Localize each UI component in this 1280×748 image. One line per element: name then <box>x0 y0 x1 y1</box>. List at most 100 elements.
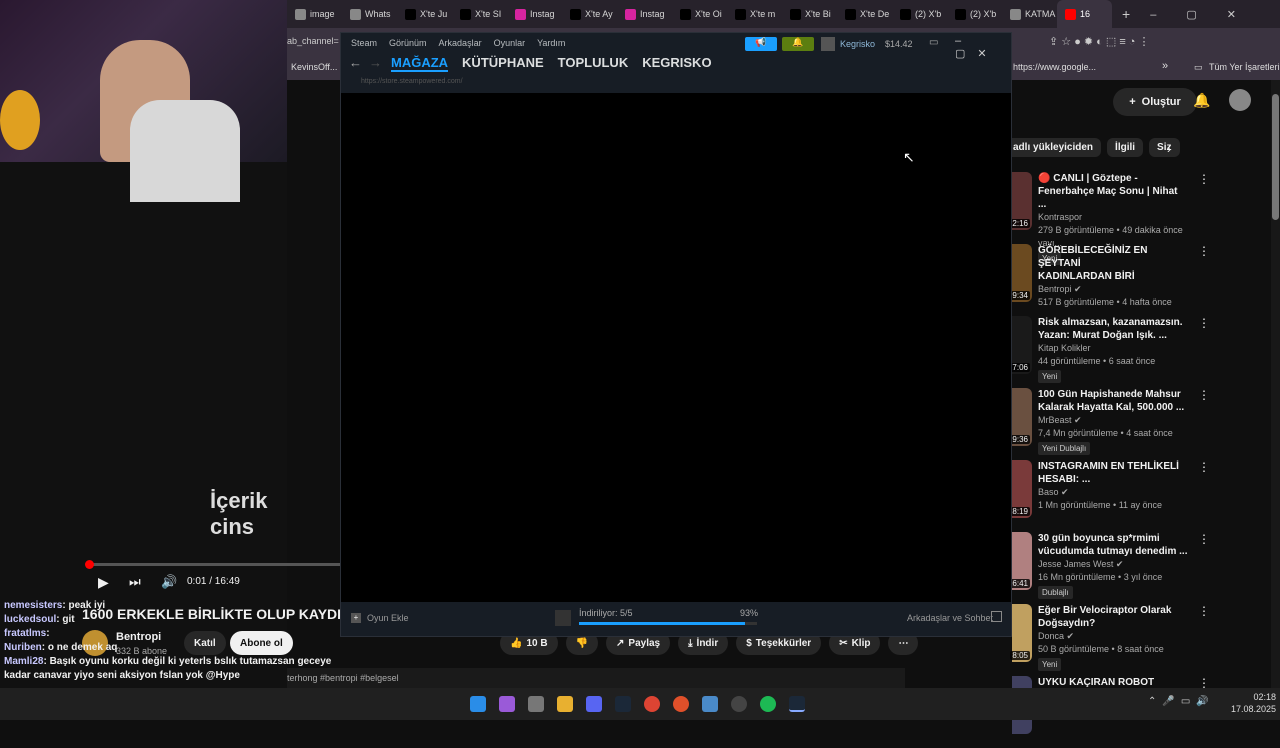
steam-avatar[interactable] <box>821 37 835 51</box>
start-icon[interactable] <box>470 696 486 712</box>
kebab-menu-icon[interactable]: ⋮ <box>1198 244 1210 306</box>
browser-tab[interactable]: (2) X'b <box>892 0 947 28</box>
toolbar-icons[interactable]: ⇪ ☆ ● ✹ ◐ ⬚ ≡ ◔ ⋮ <box>1049 35 1150 48</box>
kebab-menu-icon[interactable]: ⋮ <box>1198 388 1210 450</box>
steam-icon[interactable] <box>615 696 631 712</box>
chip-you[interactable]: Siz <box>1149 138 1180 157</box>
friends-chat-button[interactable]: Arkadaşlar ve Sohbet <box>907 613 993 623</box>
download-status[interactable]: İndiriliyor: 5/5 <box>579 608 633 618</box>
steam-menu-item[interactable]: Yardım <box>537 38 565 48</box>
chat-username[interactable]: nemesisters <box>4 600 62 611</box>
video-thumbnail[interactable]: 7:06 <box>1010 316 1032 374</box>
chip-related[interactable]: İlgili <box>1107 138 1144 157</box>
browser-tab[interactable]: X'te Ju <box>397 0 452 28</box>
bookmark-google[interactable]: https://www.google... <box>1013 62 1096 72</box>
steam-nav-item[interactable]: TOPLULUK <box>558 55 629 72</box>
new-tab-button[interactable]: + <box>1122 6 1130 22</box>
chip-uploader[interactable]: adlı yükleyiciden <box>1005 138 1102 157</box>
video-channel[interactable]: Jesse James West ✔ <box>1038 558 1188 571</box>
window-controls[interactable]: –▢✕ <box>1150 8 1266 21</box>
big-picture-icon[interactable]: ▭ <box>929 37 938 48</box>
video-thumbnail[interactable]: 16:41 <box>1005 532 1032 590</box>
scrollbar[interactable] <box>1271 80 1280 688</box>
browser-tab[interactable]: X'te Oi <box>672 0 727 28</box>
browser-tab[interactable]: X'te SI <box>452 0 507 28</box>
browser-tab[interactable]: Instag <box>617 0 672 28</box>
chat-username[interactable]: fratatlms <box>4 628 46 639</box>
create-button[interactable]: + Oluştur <box>1113 88 1197 116</box>
steam-menu-item[interactable]: Arkadaşlar <box>439 38 482 48</box>
browser-tab[interactable]: KATMA <box>1002 0 1057 28</box>
steam-menu-item[interactable]: Oyunlar <box>494 38 526 48</box>
brave-icon[interactable] <box>673 696 689 712</box>
kebab-menu-icon[interactable]: ⋮ <box>1198 532 1210 594</box>
browser-tab[interactable]: X'te De <box>837 0 892 28</box>
steam-active-icon[interactable] <box>789 696 805 712</box>
forward-arrow-icon[interactable]: → <box>369 55 382 70</box>
next-icon[interactable]: ⏭ <box>129 574 141 590</box>
chat-icon[interactable] <box>991 611 1002 622</box>
scrollbar-thumb[interactable] <box>1272 94 1279 220</box>
browser-tab[interactable]: Whats <box>342 0 397 28</box>
video-channel[interactable]: Baso ✔ <box>1038 486 1188 499</box>
store-icon[interactable] <box>528 696 544 712</box>
kebab-menu-icon[interactable]: ⋮ <box>1198 316 1210 378</box>
video-thumbnail[interactable]: 9:34 <box>1010 244 1032 302</box>
steam-nav-item[interactable]: MAĞAZA <box>391 55 449 72</box>
play-icon[interactable]: ▶ <box>98 574 109 591</box>
description-box[interactable]: terhong #bentropi #belgesel <box>287 668 905 688</box>
back-arrow-icon[interactable]: ← <box>349 55 362 70</box>
progress-handle[interactable] <box>85 560 94 569</box>
add-game-button[interactable]: Oyun Ekle <box>367 613 409 623</box>
browser-tab[interactable]: X'te Bi <box>782 0 837 28</box>
video-thumbnail[interactable]: 18:19 <box>1005 460 1032 518</box>
related-video[interactable]: 16:41 30 gün boyunca sp*rmimi vücudumda … <box>1005 532 1252 599</box>
spotify-icon[interactable] <box>760 696 776 712</box>
video-thumbnail[interactable]: 19:36 <box>1005 388 1032 446</box>
bookmark-left[interactable]: KevinsOff... <box>291 62 337 72</box>
related-video[interactable]: 19:36 100 Gün Hapishanede Mahsur Kalarak… <box>1005 388 1252 455</box>
video-channel[interactable]: Kontraspor <box>1038 211 1188 224</box>
chevron-right-icon[interactable]: » <box>1162 60 1168 72</box>
related-video[interactable]: 8:05 Eğer Bir Velociraptor Olarak Doğsay… <box>1010 604 1252 671</box>
chat-username[interactable]: luckedsoul <box>4 614 56 625</box>
related-video[interactable]: 18:19 INSTAGRAMIN EN TEHLİKELİ HESABI: .… <box>1005 460 1252 522</box>
steam-window-controls[interactable]: –▢✕ <box>955 35 1011 60</box>
steam-username[interactable]: Kegrisko <box>840 39 875 49</box>
system-tray-icons[interactable]: ⌃🎤▭🔊 <box>1148 696 1215 707</box>
notification-bell-icon[interactable]: 🔔 <box>782 37 814 51</box>
browser-tab[interactable]: Instag <box>507 0 562 28</box>
volume-icon[interactable]: 🔊 <box>161 574 177 590</box>
photos-icon[interactable] <box>702 696 718 712</box>
progress-bar[interactable] <box>85 560 340 569</box>
kebab-menu-icon[interactable]: ⋮ <box>1198 460 1210 522</box>
browser-tab[interactable]: 16 <box>1057 0 1112 28</box>
video-channel[interactable]: Donca ✔ <box>1038 630 1188 643</box>
browser-tab[interactable]: (2) X'b <box>947 0 1002 28</box>
video-channel[interactable]: Kitap Kolikler <box>1038 342 1188 355</box>
browser-tab[interactable]: image <box>287 0 342 28</box>
chat-username[interactable]: Nuriben <box>4 642 42 653</box>
related-video[interactable]: 7:06 Risk almazsan, kazanamazsın. Yazan:… <box>1010 316 1252 383</box>
folder-icon[interactable] <box>557 696 573 712</box>
chevron-right-icon[interactable]: › <box>1167 142 1171 156</box>
clock-date[interactable]: 17.08.2025 <box>1220 704 1276 714</box>
kebab-menu-icon[interactable]: ⋮ <box>1198 604 1210 666</box>
chat-username[interactable]: Mamli28 <box>4 656 43 667</box>
avatar[interactable] <box>1229 89 1251 111</box>
browser-tab[interactable]: X'te Ay <box>562 0 617 28</box>
announce-icon[interactable]: 📢 <box>745 37 777 51</box>
steam-nav-item[interactable]: KÜTÜPHANE <box>462 55 544 72</box>
video-thumbnail[interactable]: 12:16 <box>1005 172 1032 230</box>
video-thumbnail[interactable]: 8:05 <box>1010 604 1032 662</box>
steam-nav-item[interactable]: KEGRISKO <box>642 55 711 72</box>
clock-time[interactable]: 02:18 <box>1236 692 1276 702</box>
copilot-icon[interactable] <box>499 696 515 712</box>
obs-icon[interactable] <box>731 696 747 712</box>
steam-menu-item[interactable]: Steam <box>351 38 377 48</box>
related-video[interactable]: 9:34 GÖREBİLECEĞİNİZ EN ŞEYTANİ KADINLAR… <box>1010 244 1252 307</box>
video-channel[interactable]: Bentropi ✔ <box>1038 283 1188 296</box>
steam-menu-item[interactable]: Görünüm <box>389 38 427 48</box>
browser-tab[interactable]: X'te m <box>727 0 782 28</box>
all-bookmarks[interactable]: Tüm Yer İşaretleri <box>1209 62 1280 72</box>
